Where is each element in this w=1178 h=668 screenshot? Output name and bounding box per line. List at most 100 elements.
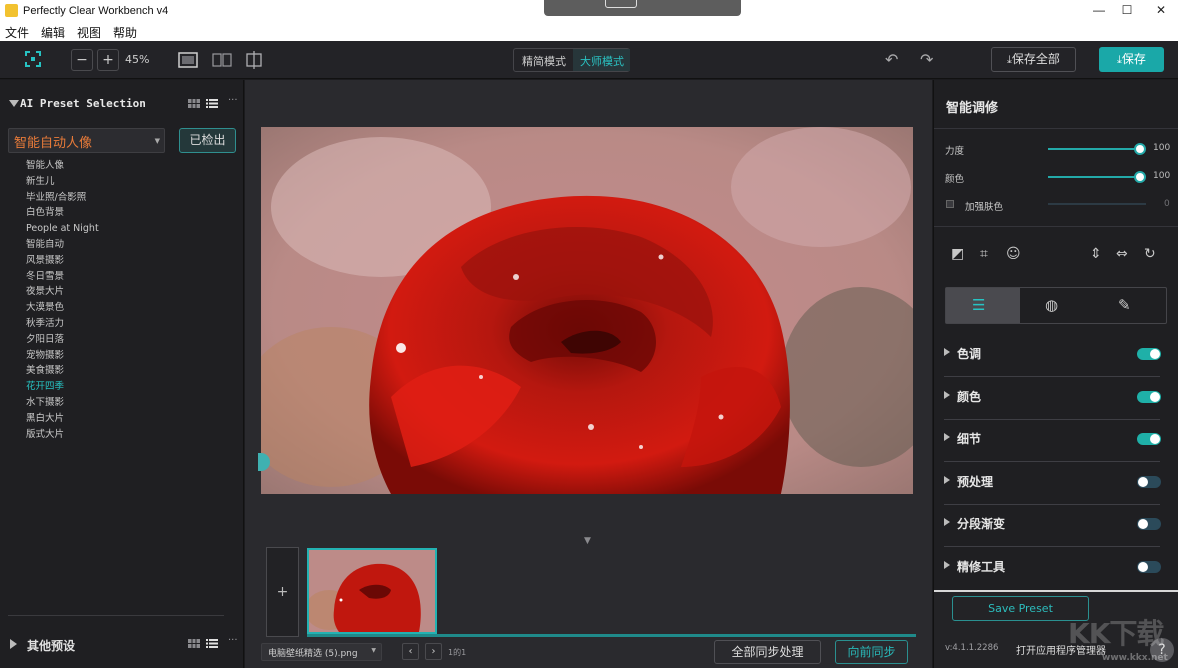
title-bar-handle[interactable] xyxy=(544,0,741,16)
preset-item[interactable]: 智能自动 xyxy=(26,237,99,253)
next-image-button[interactable]: › xyxy=(425,643,442,660)
preset-item[interactable]: 秋季活力 xyxy=(26,316,99,332)
preprocess-toggle[interactable] xyxy=(1137,476,1161,488)
gradient-toggle[interactable] xyxy=(1137,518,1161,530)
preset-item[interactable]: 美食摄影 xyxy=(26,363,99,379)
section-gradient[interactable]: 分段渐变 xyxy=(934,504,1178,547)
flip-horizontal-icon[interactable]: ⇔ xyxy=(1116,246,1128,262)
section-preprocess[interactable]: 预处理 xyxy=(934,462,1178,505)
crop-icon[interactable]: ⌗ xyxy=(980,246,988,262)
sync-previous-button[interactable]: 向前同步 xyxy=(835,640,908,664)
save-all-label: 保存全部 xyxy=(1011,52,1060,66)
section-detail[interactable]: 细节 xyxy=(934,419,1178,462)
enhance-skin-checkbox[interactable] xyxy=(946,200,954,208)
redo-icon[interactable]: ↷ xyxy=(920,50,933,69)
preset-item[interactable]: 夜景大片 xyxy=(26,284,99,300)
color-slider-handle[interactable] xyxy=(1134,171,1146,183)
more-options-icon[interactable]: ··· xyxy=(228,635,238,646)
filmstrip-thumbnail[interactable] xyxy=(307,548,437,634)
preset-item[interactable]: 冬日雪景 xyxy=(26,269,99,285)
detail-toggle[interactable] xyxy=(1137,433,1161,445)
retouch-tools-toggle[interactable] xyxy=(1137,561,1161,573)
preset-item[interactable]: 黑白大片 xyxy=(26,411,99,427)
preset-item[interactable]: 风景摄影 xyxy=(26,253,99,269)
preset-item[interactable]: 智能人像 xyxy=(26,158,99,174)
prev-image-button[interactable]: ‹ xyxy=(402,643,419,660)
strength-slider-handle[interactable] xyxy=(1134,143,1146,155)
preset-list: 智能人像 新生儿 毕业照/合影照 白色背景 People at Night 智能… xyxy=(26,158,99,442)
compare-view-icon[interactable] xyxy=(245,51,263,69)
preset-item[interactable]: 宠物摄影 xyxy=(26,348,99,364)
zoom-in-button[interactable]: + xyxy=(97,49,119,71)
menu-file[interactable]: 文件 xyxy=(5,24,29,41)
filmstrip-toggle-icon[interactable]: ▼ xyxy=(584,536,591,546)
save-all-button[interactable]: ⤓保存全部 xyxy=(991,47,1076,72)
expand-arrow-icon[interactable] xyxy=(10,639,17,649)
enhance-skin-value: 0 xyxy=(1164,199,1170,209)
mode-simple-tab[interactable]: 精简模式 xyxy=(522,53,566,69)
single-view-icon[interactable] xyxy=(178,52,198,68)
color-toggle[interactable] xyxy=(1137,391,1161,403)
split-view-icon[interactable] xyxy=(212,53,232,67)
dropdown-caret-icon: ▼ xyxy=(154,137,160,145)
tone-toggle[interactable] xyxy=(1137,348,1161,360)
menu-bar: 文件 编辑 视图 帮助 xyxy=(0,22,1178,41)
detected-button[interactable]: 已检出 xyxy=(179,128,236,153)
preset-item[interactable]: 大漠景色 xyxy=(26,300,99,316)
mode-master-tab[interactable]: 大师模式 xyxy=(580,53,624,69)
rotate-icon[interactable]: ↻ xyxy=(1144,246,1156,262)
grid-view-icon[interactable] xyxy=(188,639,200,648)
retouch-tab-icon[interactable]: ✎ xyxy=(1118,296,1131,314)
sync-all-button[interactable]: 全部同步处理 xyxy=(714,640,821,664)
list-view-icon[interactable] xyxy=(206,99,218,108)
preset-item[interactable]: 新生儿 xyxy=(26,174,99,190)
adjustments-panel: 智能调修 力度 100 颜色 100 加强肤色 0 ◩ ⌗ ☺ ⇕ ⇔ ↻ ☰ … xyxy=(933,80,1178,668)
fit-view-icon[interactable] xyxy=(25,51,41,67)
section-color[interactable]: 颜色 xyxy=(934,377,1178,420)
undo-icon[interactable]: ↶ xyxy=(885,50,898,69)
flip-vertical-icon[interactable]: ⇕ xyxy=(1090,246,1102,262)
close-button[interactable]: ✕ xyxy=(1144,0,1178,22)
curves-icon[interactable]: ◩ xyxy=(951,246,964,262)
preset-item[interactable]: People at Night xyxy=(26,221,99,237)
panel-title: AI Preset Selection xyxy=(20,97,146,110)
preset-item[interactable]: 夕阳日落 xyxy=(26,332,99,348)
sliders-tab-icon[interactable]: ☰ xyxy=(972,296,985,314)
preset-dropdown[interactable]: 智能自动人像 ▼ xyxy=(8,128,165,153)
face-icon[interactable]: ☺ xyxy=(1006,246,1021,262)
menu-edit[interactable]: 编辑 xyxy=(41,24,65,41)
grid-view-icon[interactable] xyxy=(188,99,200,108)
preset-item[interactable]: 版式大片 xyxy=(26,427,99,443)
collapse-arrow-icon[interactable] xyxy=(9,100,19,107)
strength-slider[interactable] xyxy=(1048,148,1141,150)
section-retouch-tools[interactable]: 精修工具 xyxy=(934,547,1178,590)
preset-item[interactable]: 水下摄影 xyxy=(26,395,99,411)
main-photo[interactable] xyxy=(261,127,913,494)
file-dropdown[interactable]: 电脑壁纸精选 (5).png ▼ xyxy=(261,643,382,661)
save-button[interactable]: ⤓保存 xyxy=(1099,47,1164,72)
enhance-skin-label: 加强肤色 xyxy=(965,202,1004,213)
preset-item[interactable]: 毕业照/合影照 xyxy=(26,190,99,206)
section-label: 色调 xyxy=(957,347,982,361)
zoom-out-button[interactable]: − xyxy=(71,49,93,71)
divider xyxy=(934,128,1178,129)
color-value: 100 xyxy=(1153,171,1171,181)
section-label: 精修工具 xyxy=(957,560,1006,574)
list-view-icon[interactable] xyxy=(206,639,218,648)
section-label: 预处理 xyxy=(957,475,994,489)
menu-help[interactable]: 帮助 xyxy=(113,24,137,41)
effects-tab-icon[interactable]: ◍ xyxy=(1045,296,1058,314)
preset-panel: AI Preset Selection ··· 智能自动人像 ▼ 已检出 智能人… xyxy=(0,80,244,668)
save-label: 保存 xyxy=(1121,52,1146,66)
add-image-button[interactable]: + xyxy=(266,547,299,637)
thumbnail-image xyxy=(309,550,435,632)
section-label: 颜色 xyxy=(957,390,982,404)
preset-item-active[interactable]: 花开四季 xyxy=(26,379,99,395)
other-presets-header[interactable]: 其他预设 xyxy=(27,637,75,654)
preset-item[interactable]: 白色背景 xyxy=(26,205,99,221)
more-options-icon[interactable]: ··· xyxy=(228,95,238,106)
menu-view[interactable]: 视图 xyxy=(77,24,101,41)
color-slider[interactable] xyxy=(1048,176,1141,178)
section-tone[interactable]: 色调 xyxy=(934,334,1178,377)
maximize-button[interactable]: ☐ xyxy=(1110,0,1144,22)
